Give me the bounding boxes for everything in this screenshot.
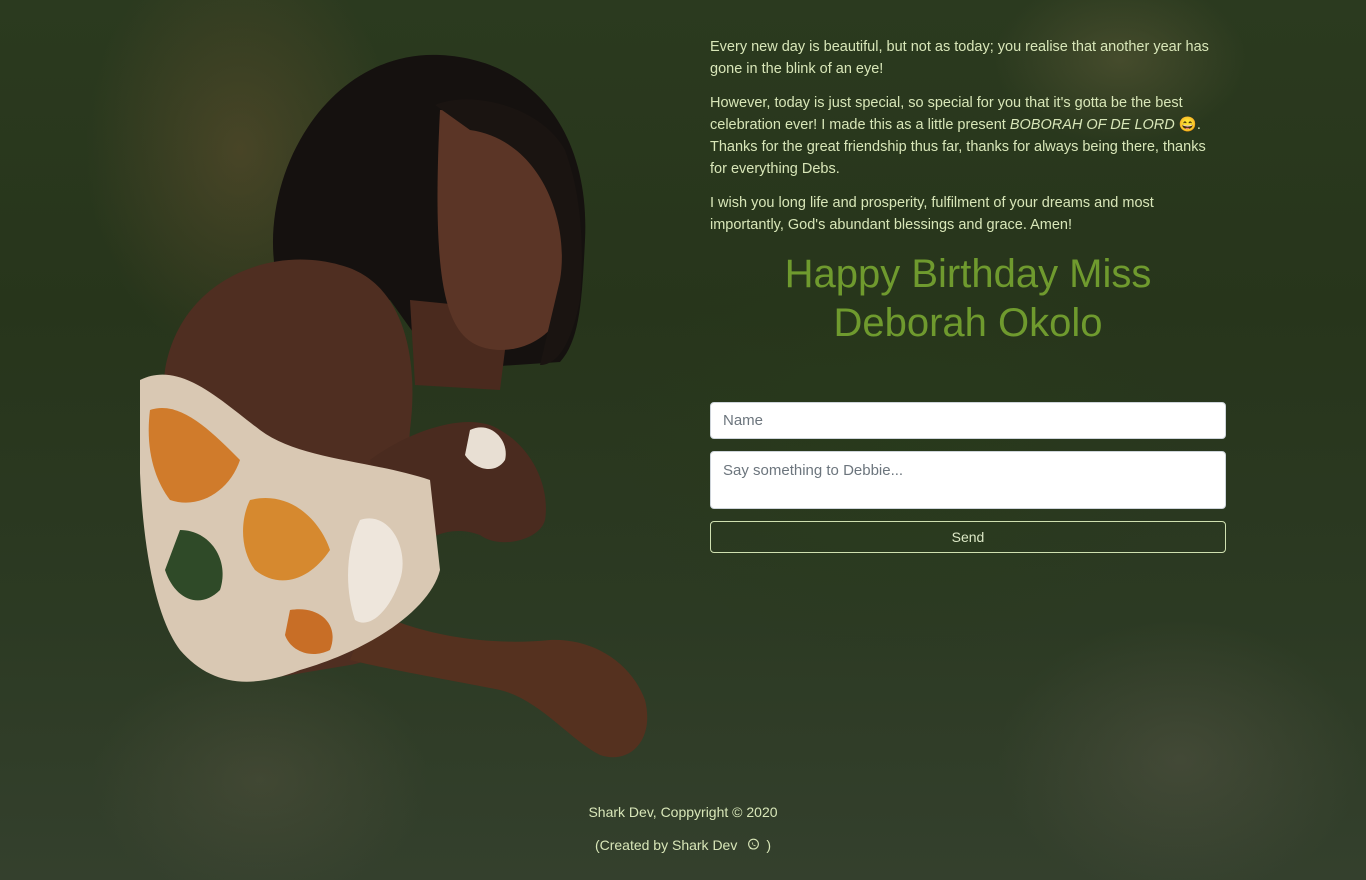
footer-credit: (Created by Shark Dev) bbox=[0, 837, 1366, 853]
portrait-photo bbox=[140, 50, 660, 765]
message-paragraph-1: Every new day is beautiful, but not as t… bbox=[710, 39, 1209, 77]
message-paragraph-3: I wish you long life and prosperity, ful… bbox=[710, 195, 1154, 233]
footer-copyright: Shark Dev, Coppyright © 2020 bbox=[588, 804, 778, 820]
birthday-message: Every new day is beautiful, but not as t… bbox=[710, 36, 1226, 348]
whatsapp-icon[interactable] bbox=[747, 838, 760, 851]
title-line-1: Happy Birthday Miss bbox=[784, 252, 1152, 296]
wish-form: Name Say something to Debbie... Send bbox=[710, 402, 1226, 553]
send-button[interactable]: Send bbox=[710, 521, 1226, 553]
name-input[interactable]: Name bbox=[710, 402, 1226, 439]
footer-credit-prefix: (Created by Shark Dev bbox=[594, 837, 738, 853]
message-paragraph-2: However, today is just special, so speci… bbox=[710, 92, 1226, 180]
title-line-2: Deborah Okolo bbox=[833, 301, 1103, 345]
footer-credit-suffix: ) bbox=[766, 837, 772, 853]
page-title: Happy Birthday Miss Deborah Okolo bbox=[710, 250, 1226, 348]
nickname-emphasis: BOBORAH OF DE LORD bbox=[1009, 117, 1175, 133]
message-textarea[interactable]: Say something to Debbie... bbox=[710, 451, 1226, 509]
smile-emoji-icon: 😄 bbox=[1178, 117, 1197, 133]
